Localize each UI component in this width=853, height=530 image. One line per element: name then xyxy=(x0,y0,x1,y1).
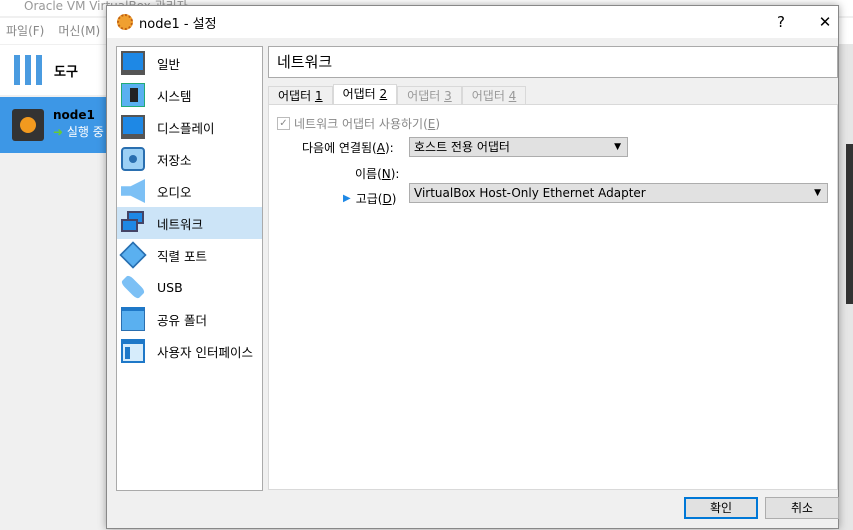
tab-adapter-1[interactable]: 어댑터 1 xyxy=(268,86,333,105)
sidebar-label: 네트워크 xyxy=(157,216,204,232)
vm-os-icon xyxy=(12,109,44,141)
tab-adapter-3[interactable]: 어댑터 3 xyxy=(397,86,462,105)
adapter-name-select[interactable]: VirtualBox Host-Only Ethernet Adapter ▼ xyxy=(409,183,828,203)
sidebar-item-audio[interactable]: 오디오 xyxy=(117,175,262,207)
tools-item[interactable]: 도구 xyxy=(0,45,106,95)
settings-sidebar: 일반 시스템 디스플레이 저장소 오디오 네트워크 직렬 포트 USB 공유 폴… xyxy=(116,46,263,491)
sidebar-label: 일반 xyxy=(157,56,181,72)
running-arrow-icon: ➜ xyxy=(53,125,64,139)
sidebar-item-display[interactable]: 디스플레이 xyxy=(117,111,262,143)
tab-adapter-4[interactable]: 어댑터 4 xyxy=(461,86,527,105)
help-button[interactable]: ? xyxy=(761,6,801,38)
advanced-toggle[interactable]: ▶ 고급(D) xyxy=(343,190,396,207)
close-button[interactable]: ✕ xyxy=(805,6,845,38)
menu-machine[interactable]: 머신(M) xyxy=(58,24,100,38)
page-title: 네트워크 xyxy=(268,46,838,78)
attached-to-select[interactable]: 호스트 전용 어댑터 ▼ xyxy=(409,137,628,157)
tab-adapter-2[interactable]: 어댑터 2 xyxy=(332,84,398,105)
adapter-panel: ✓ 네트워크 어댑터 사용하기(E) 다음에 연결됨(A): 호스트 전용 어댑… xyxy=(268,104,838,490)
sidebar-label: 시스템 xyxy=(157,88,192,104)
sidebar-label: 오디오 xyxy=(157,184,192,200)
adapter-tabs: 어댑터 1 어댑터 2 어댑터 3 어댑터 4 xyxy=(268,84,527,105)
sidebar-label: 저장소 xyxy=(157,152,192,168)
name-label: 이름(N): xyxy=(355,166,400,182)
dialog-title-bar: node1 - 설정 ? ✕ xyxy=(107,6,838,38)
sidebar-label: USB xyxy=(157,279,183,295)
tools-label: 도구 xyxy=(54,64,78,80)
sidebar-item-storage[interactable]: 저장소 xyxy=(117,143,262,175)
expand-arrow-icon: ▶ xyxy=(343,193,351,204)
sidebar-label: 사용자 인터페이스 xyxy=(157,344,253,360)
settings-dialog: node1 - 설정 ? ✕ 일반 시스템 디스플레이 저장소 오디오 네트워크… xyxy=(106,5,839,529)
dialog-title: node1 - 설정 xyxy=(139,16,217,32)
tools-icon xyxy=(14,55,42,85)
sidebar-label: 디스플레이 xyxy=(157,120,215,136)
sidebar-label: 공유 폴더 xyxy=(157,312,207,328)
general-icon xyxy=(121,51,145,75)
shared-folder-icon xyxy=(121,307,145,331)
usb-icon xyxy=(120,274,146,300)
storage-icon xyxy=(121,147,145,171)
vm-name: node1 xyxy=(53,108,95,122)
serial-port-icon xyxy=(119,241,147,269)
chevron-down-icon: ▼ xyxy=(814,188,821,198)
sidebar-item-shared-folders[interactable]: 공유 폴더 xyxy=(117,303,262,335)
ok-button[interactable]: 확인 xyxy=(684,497,758,519)
sidebar-item-usb[interactable]: USB xyxy=(117,271,262,303)
sidebar-item-serial-port[interactable]: 직렬 포트 xyxy=(117,239,262,271)
sidebar-label: 직렬 포트 xyxy=(157,248,207,264)
user-interface-icon xyxy=(121,339,145,363)
sidebar-item-general[interactable]: 일반 xyxy=(117,47,262,79)
sidebar-item-system[interactable]: 시스템 xyxy=(117,79,262,111)
cancel-button[interactable]: 취소 xyxy=(765,497,839,519)
display-icon xyxy=(121,115,145,139)
vm-item-node1[interactable]: node1 ➜ 실행 중 xyxy=(0,97,106,153)
menu-file[interactable]: 파일(F) xyxy=(6,24,44,38)
audio-icon xyxy=(121,179,145,203)
enable-adapter-checkbox[interactable]: ✓ 네트워크 어댑터 사용하기(E) xyxy=(277,115,440,132)
checkbox-checked-icon: ✓ xyxy=(277,117,290,130)
vm-state: 실행 중 xyxy=(66,125,104,139)
sidebar-item-network[interactable]: 네트워크 xyxy=(117,207,262,239)
network-icon xyxy=(121,211,145,235)
attached-to-label: 다음에 연결됨(A): xyxy=(302,140,394,156)
manager-details-pane xyxy=(838,44,853,530)
settings-gear-icon xyxy=(117,14,133,30)
chevron-down-icon: ▼ xyxy=(614,142,621,152)
system-icon xyxy=(121,83,145,107)
sidebar-item-user-interface[interactable]: 사용자 인터페이스 xyxy=(117,335,262,367)
